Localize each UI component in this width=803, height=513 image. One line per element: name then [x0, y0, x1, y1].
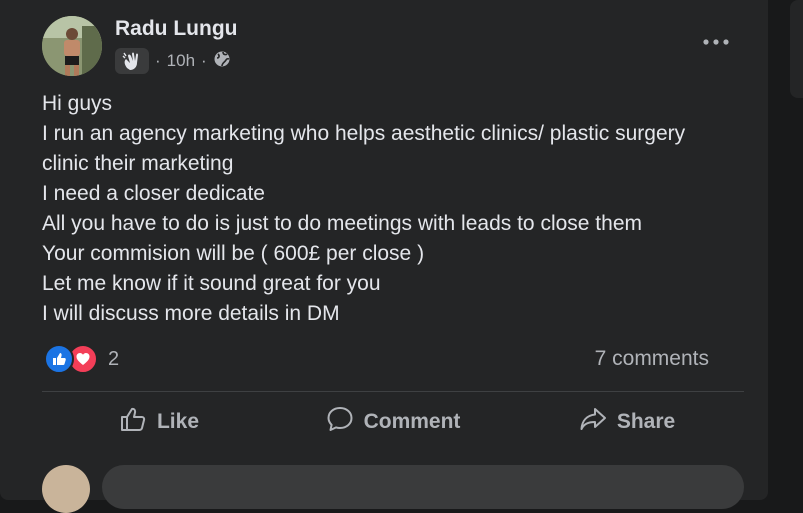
- wave-badge-icon[interactable]: [115, 48, 149, 74]
- action-bar: Like Comment Share: [42, 398, 744, 446]
- comments-count[interactable]: 7 comments: [595, 347, 709, 371]
- more-options-icon[interactable]: [700, 30, 732, 54]
- comment-input[interactable]: [102, 465, 744, 509]
- share-label: Share: [616, 410, 676, 433]
- post-line: Your commision will be ( 600£ per close …: [42, 242, 425, 265]
- comment-composer: [42, 465, 744, 513]
- reaction-count[interactable]: 2: [108, 348, 119, 371]
- post-time[interactable]: 10h: [167, 51, 195, 71]
- like-reaction-icon: [44, 344, 74, 374]
- post-line: Hi guys: [42, 92, 113, 115]
- author-name[interactable]: Radu Lungu: [115, 17, 237, 41]
- post-line: clinic their marketing: [42, 152, 234, 175]
- author-avatar[interactable]: [42, 16, 102, 76]
- meta-separator: ·: [155, 51, 161, 70]
- meta-separator: ·: [201, 51, 207, 70]
- post-line: I will discuss more details in DM: [42, 302, 340, 325]
- post-card: Radu Lungu · 10h · Hi guys I run an agen…: [0, 0, 768, 513]
- thumbs-up-icon: [119, 405, 147, 439]
- like-button[interactable]: Like: [42, 398, 276, 446]
- like-label: Like: [156, 410, 200, 433]
- post-line: All you have to do is just to do meeting…: [42, 212, 642, 235]
- comment-bubble-icon: [326, 405, 354, 439]
- post-line: I need a closer dedicate: [42, 182, 265, 205]
- share-arrow-icon: [579, 405, 607, 439]
- adjacent-panel: [790, 0, 803, 98]
- share-button[interactable]: Share: [510, 398, 744, 446]
- comment-label: Comment: [363, 410, 461, 433]
- divider: [42, 391, 744, 392]
- comment-button[interactable]: Comment: [276, 398, 510, 446]
- post-line: Let me know if it sound great for you: [42, 272, 381, 295]
- post-meta: · 10h ·: [115, 48, 231, 74]
- globe-icon[interactable]: [213, 50, 231, 73]
- viewer-avatar[interactable]: [42, 465, 90, 513]
- reaction-summary[interactable]: 2: [44, 344, 119, 374]
- post-body: Hi guys I run an agency marketing who he…: [42, 89, 742, 329]
- post-line: I run an agency marketing who helps aest…: [42, 122, 686, 145]
